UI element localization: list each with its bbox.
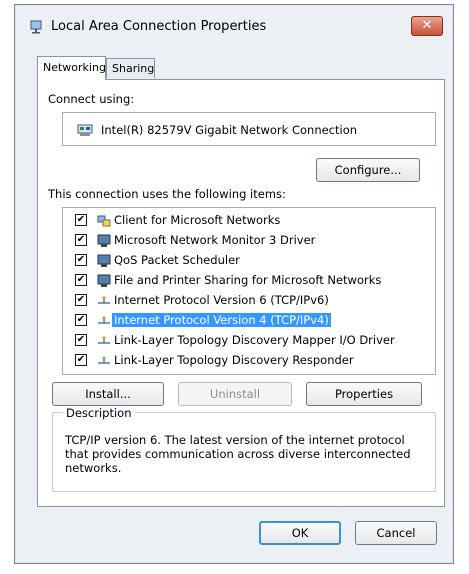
title-bar[interactable]: Local Area Connection Properties ✕ [15, 5, 453, 47]
item-checkbox[interactable]: ✔ [75, 214, 87, 226]
components-list[interactable]: ✔ Client for Microsoft Networks ✔ Micros… [62, 207, 436, 375]
properties-button[interactable]: Properties [306, 382, 422, 406]
list-item[interactable]: ✔ File and Printer Sharing for Microsoft… [63, 271, 435, 291]
cancel-button[interactable]: Cancel [355, 521, 437, 545]
item-label: QoS Packet Scheduler [114, 253, 240, 267]
network-connection-icon [30, 20, 42, 34]
item-label: Client for Microsoft Networks [114, 213, 281, 227]
item-label: Microsoft Network Monitor 3 Driver [114, 233, 316, 247]
close-button[interactable]: ✕ [411, 16, 443, 36]
ok-button[interactable]: OK [259, 521, 341, 545]
list-item[interactable]: ✔ Link-Layer Topology Discovery Responde… [63, 351, 435, 371]
scheduler-icon [97, 254, 111, 267]
list-item[interactable]: ✔ Link-Layer Topology Discovery Mapper I… [63, 331, 435, 351]
item-checkbox[interactable]: ✔ [75, 314, 87, 326]
install-button[interactable]: Install... [52, 382, 164, 406]
item-checkbox[interactable]: ✔ [75, 254, 87, 266]
item-label: Internet Protocol Version 4 (TCP/IPv4) [112, 313, 331, 327]
properties-dialog: Local Area Connection Properties ✕ Netwo… [14, 4, 454, 564]
item-checkbox[interactable]: ✔ [75, 274, 87, 286]
list-item-selected[interactable]: ✔ Internet Protocol Version 4 (TCP/IPv4) [63, 311, 435, 331]
network-driver-icon [97, 234, 111, 247]
list-item[interactable]: ✔ QoS Packet Scheduler [63, 251, 435, 271]
item-label: Internet Protocol Version 6 (TCP/IPv6) [114, 293, 329, 307]
tab-sharing[interactable]: Sharing [106, 58, 155, 78]
description-legend: Description [63, 406, 135, 420]
list-item[interactable]: ✔ Internet Protocol Version 6 (TCP/IPv6) [63, 291, 435, 311]
description-text: TCP/IP version 6. The latest version of … [65, 433, 411, 475]
connect-using-label: Connect using: [48, 92, 135, 106]
protocol-icon [98, 336, 110, 344]
list-item[interactable]: ✔ Client for Microsoft Networks [63, 211, 435, 231]
file-printer-sharing-icon [97, 274, 111, 287]
protocol-icon [98, 296, 110, 304]
uninstall-button[interactable]: Uninstall [178, 382, 292, 406]
item-checkbox[interactable]: ✔ [75, 334, 87, 346]
list-item[interactable]: ✔ Microsoft Network Monitor 3 Driver [63, 231, 435, 251]
configure-button[interactable]: Configure... [316, 158, 420, 182]
networking-panel: Connect using: Intel(R) 82579V Gigabit N… [37, 79, 445, 507]
window-title: Local Area Connection Properties [51, 19, 267, 34]
item-label: Link-Layer Topology Discovery Responder [114, 353, 354, 367]
item-label: Link-Layer Topology Discovery Mapper I/O… [114, 333, 395, 347]
item-checkbox[interactable]: ✔ [75, 234, 87, 246]
item-checkbox[interactable]: ✔ [75, 294, 87, 306]
tab-networking[interactable]: Networking [37, 56, 106, 80]
items-label: This connection uses the following items… [48, 187, 286, 201]
network-adapter-icon [77, 124, 93, 136]
item-checkbox[interactable]: ✔ [75, 354, 87, 366]
protocol-icon [98, 316, 110, 324]
item-label: File and Printer Sharing for Microsoft N… [114, 273, 382, 287]
adapter-field: Intel(R) 82579V Gigabit Network Connecti… [62, 112, 436, 146]
description-group: Description TCP/IP version 6. The latest… [52, 406, 436, 492]
adapter-name: Intel(R) 82579V Gigabit Network Connecti… [101, 123, 358, 137]
protocol-icon [98, 356, 110, 364]
network-client-icon [97, 215, 111, 227]
